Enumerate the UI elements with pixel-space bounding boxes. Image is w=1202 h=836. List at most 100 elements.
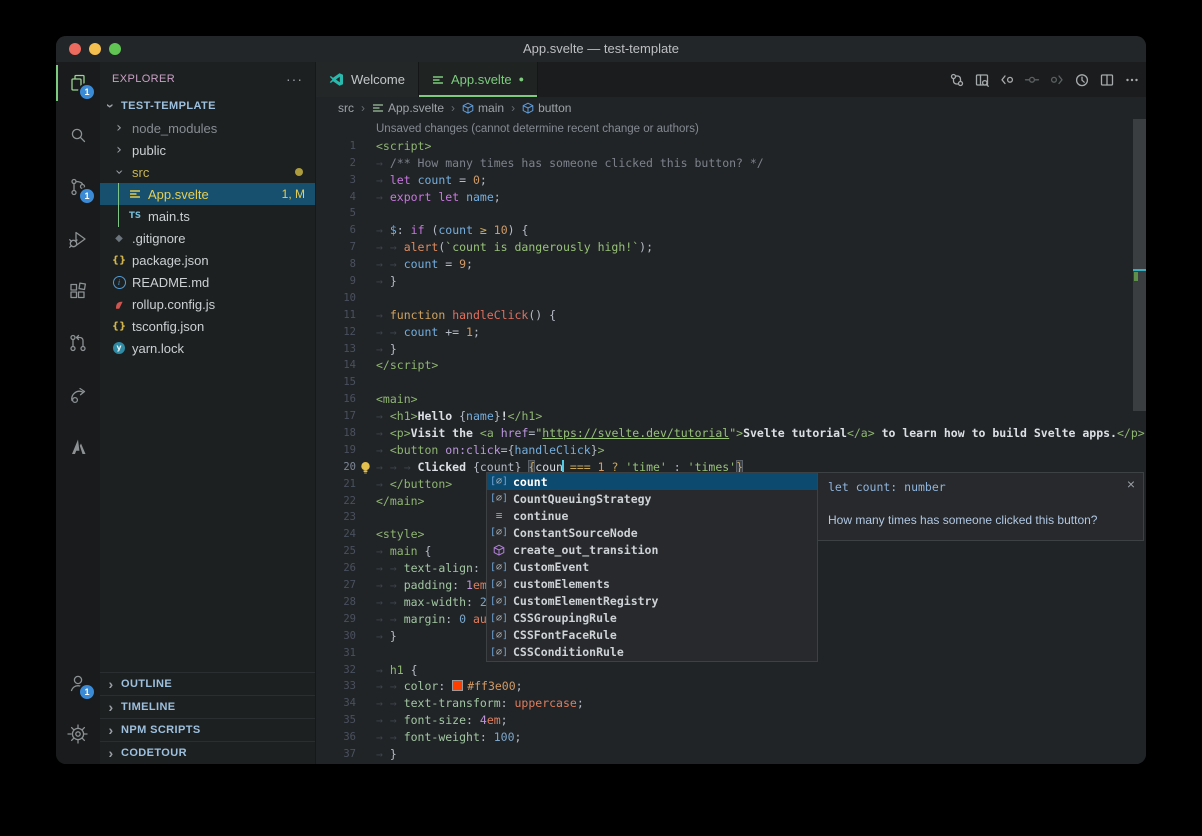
run-debug-icon[interactable]	[56, 216, 100, 262]
code-line-33[interactable]: 33→ → color: #ff3e00;	[316, 678, 1146, 695]
github-icon[interactable]	[56, 320, 100, 366]
scrollbar-thumb[interactable]	[1133, 119, 1146, 411]
account-icon[interactable]: 1	[56, 660, 100, 706]
zoom-window-button[interactable]	[109, 43, 121, 55]
code-line-5[interactable]: 5	[316, 205, 1146, 222]
symbol-keyword-icon: ≡	[491, 509, 507, 522]
settings-icon[interactable]	[56, 711, 100, 757]
code-line-2[interactable]: 2→ /** How many times has someone clicke…	[316, 155, 1146, 172]
code-line-7[interactable]: 7→ → alert(`count is dangerously high!`)…	[316, 239, 1146, 256]
code-line-10[interactable]: 10	[316, 290, 1146, 307]
window-title: App.svelte — test-template	[56, 36, 1146, 62]
source-control-icon[interactable]: 1	[56, 164, 100, 210]
suggest-item-count[interactable]: [∅]count	[487, 473, 817, 490]
file-tree: ›node_modules›public›srcApp.svelte1, MTS…	[100, 117, 315, 359]
suggest-label: CustomElementRegistry	[513, 594, 658, 608]
open-preview-icon[interactable]	[974, 72, 990, 88]
code-line-1[interactable]: 1<script>	[316, 138, 1146, 155]
color-swatch[interactable]	[452, 680, 463, 691]
file-row-yarn.lock[interactable]: yyarn.lock	[100, 337, 315, 359]
code-line-37[interactable]: 37→ }	[316, 746, 1146, 763]
line-content: → → color: #ff3e00;	[376, 678, 523, 695]
breadcrumb-item-button[interactable]: button	[522, 101, 571, 115]
current-change-icon[interactable]	[1024, 72, 1040, 88]
search-icon[interactable]	[56, 112, 100, 158]
suggest-item-CountQueuingStrategy[interactable]: [∅]CountQueuingStrategy	[487, 490, 817, 507]
timeline-icon[interactable]	[1074, 72, 1090, 88]
tab-welcome[interactable]: Welcome	[316, 62, 419, 97]
split-editor-icon[interactable]	[1099, 72, 1115, 88]
code-line-17[interactable]: 17→ <h1>Hello {name}!</h1>	[316, 408, 1146, 425]
more-actions-icon[interactable]: ···	[286, 71, 303, 87]
line-number: 22	[316, 493, 356, 510]
code-line-12[interactable]: 12→ → count += 1;	[316, 324, 1146, 341]
code-line-6[interactable]: 6→ $: if (count ≥ 10) {	[316, 222, 1146, 239]
azure-icon[interactable]	[56, 424, 100, 470]
code-line-4[interactable]: 4→ export let name;	[316, 189, 1146, 206]
code-line-15[interactable]: 15	[316, 374, 1146, 391]
explorer-icon[interactable]: 1	[56, 60, 100, 106]
code-line-14[interactable]: 14</script>	[316, 357, 1146, 374]
file-row-rollup.config.js[interactable]: rollup.config.js	[100, 293, 315, 315]
suggest-item-CSSGroupingRule[interactable]: [∅]CSSGroupingRule	[487, 610, 817, 627]
file-row-App.svelte[interactable]: App.svelte1, M	[100, 183, 315, 205]
section-npm-scripts[interactable]: ›NPM SCRIPTS	[100, 718, 315, 741]
code-line-36[interactable]: 36→ → font-weight: 100;	[316, 729, 1146, 746]
code-line-11[interactable]: 11→ function handleClick() {	[316, 307, 1146, 324]
code-line-8[interactable]: 8→ → count = 9;	[316, 256, 1146, 273]
file-row-src[interactable]: ›src	[100, 161, 315, 183]
suggest-item-customElements[interactable]: [∅]customElements	[487, 576, 817, 593]
file-row-.gitignore[interactable]: ◆.gitignore	[100, 227, 315, 249]
breadcrumb-item-src[interactable]: src	[338, 101, 354, 115]
dirty-indicator[interactable]: ●	[519, 75, 524, 84]
suggest-item-create_out_transition[interactable]: create_out_transition	[487, 541, 817, 558]
code-line-9[interactable]: 9→ }	[316, 273, 1146, 290]
suggest-item-CustomElementRegistry[interactable]: [∅]CustomElementRegistry	[487, 593, 817, 610]
suggest-item-CustomEvent[interactable]: [∅]CustomEvent	[487, 558, 817, 575]
code-line-32[interactable]: 32→ h1 {	[316, 662, 1146, 679]
close-icon[interactable]: ×	[1127, 476, 1135, 492]
section-outline[interactable]: ›OUTLINE	[100, 672, 315, 695]
suggest-item-continue[interactable]: ≡continue	[487, 507, 817, 524]
code-line-19[interactable]: 19→ <button on:click={handleClick}>	[316, 442, 1146, 459]
close-window-button[interactable]	[69, 43, 81, 55]
file-row-README.md[interactable]: iREADME.md	[100, 271, 315, 293]
line-content: → → text-transform: uppercase;	[376, 695, 584, 712]
code-line-16[interactable]: 16<main>	[316, 391, 1146, 408]
file-row-node_modules[interactable]: ›node_modules	[100, 117, 315, 139]
breadcrumb-item-main[interactable]: main	[462, 101, 504, 115]
blame-line[interactable]: Unsaved changes (cannot determine recent…	[316, 121, 1146, 138]
more-actions-icon[interactable]	[1124, 72, 1140, 88]
section-timeline[interactable]: ›TIMELINE	[100, 695, 315, 718]
live-share-icon[interactable]	[56, 372, 100, 418]
code-line-34[interactable]: 34→ → text-transform: uppercase;	[316, 695, 1146, 712]
file-row-main.ts[interactable]: TSmain.ts	[100, 205, 315, 227]
code-line-18[interactable]: 18→ <p>Visit the <a href="https://svelte…	[316, 425, 1146, 442]
breadcrumb-item-app-svelte[interactable]: App.svelte	[372, 101, 444, 115]
file-label: tsconfig.json	[132, 319, 204, 334]
tree-root-test-template[interactable]: › TEST-TEMPLATE	[100, 95, 315, 117]
code-lines: Unsaved changes (cannot determine recent…	[316, 121, 1146, 763]
code-line-35[interactable]: 35→ → font-size: 4em;	[316, 712, 1146, 729]
minimize-window-button[interactable]	[89, 43, 101, 55]
code-line-3[interactable]: 3→ let count = 0;	[316, 172, 1146, 189]
file-row-tsconfig.json[interactable]: {}tsconfig.json	[100, 315, 315, 337]
git-compare-icon[interactable]	[949, 72, 965, 88]
svelte-file-icon	[372, 102, 384, 114]
breadcrumb-separator: ›	[511, 101, 515, 115]
code-line-13[interactable]: 13→ }	[316, 341, 1146, 358]
suggest-item-CSSFontFaceRule[interactable]: [∅]CSSFontFaceRule	[487, 627, 817, 644]
file-row-public[interactable]: ›public	[100, 139, 315, 161]
extensions-icon[interactable]	[56, 268, 100, 314]
tab-app-svelte[interactable]: App.svelte●	[419, 62, 538, 97]
file-row-package.json[interactable]: {}package.json	[100, 249, 315, 271]
section-label: TIMELINE	[121, 701, 176, 713]
suggest-item-ConstantSourceNode[interactable]: [∅]ConstantSourceNode	[487, 524, 817, 541]
suggest-item-CSSConditionRule[interactable]: [∅]CSSConditionRule	[487, 644, 817, 661]
line-content: Unsaved changes (cannot determine recent…	[376, 121, 699, 138]
editor-group: WelcomeApp.svelte● src›App.svelte›main›b…	[316, 62, 1146, 764]
code-editor[interactable]: Unsaved changes (cannot determine recent…	[316, 119, 1146, 764]
section-codetour[interactable]: ›CODETOUR	[100, 741, 315, 764]
next-change-icon[interactable]	[1049, 72, 1065, 88]
previous-change-icon[interactable]	[999, 72, 1015, 88]
